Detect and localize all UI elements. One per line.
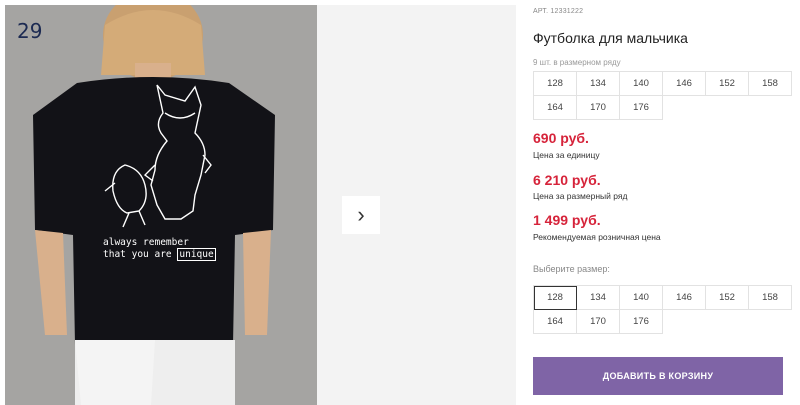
unit-price-label: Цена за единицу	[533, 150, 600, 160]
size-option[interactable]: 158	[749, 286, 792, 310]
photo-number: 29	[17, 19, 43, 43]
retail-price-label: Рекомендуемая розничная цена	[533, 232, 661, 242]
size-row-cell: 158	[749, 72, 792, 96]
print-line-2-text: that you are	[103, 249, 172, 260]
size-selector: 128 134 140 146 152 158 164 170 176	[533, 285, 792, 334]
print-line-2: that you are unique	[103, 248, 216, 261]
size-option[interactable]: 134	[577, 286, 620, 310]
unit-price: 690 руб.	[533, 130, 589, 146]
size-row-cell: 146	[663, 72, 706, 96]
article-number: АРТ. 12331222	[533, 8, 584, 15]
product-title: Футболка для мальчика	[533, 30, 688, 46]
size-row-grid: 128 134 140 146 152 158 164 170 176	[533, 71, 792, 120]
size-row-hint: 9 шт. в размерном ряду	[533, 58, 621, 67]
size-option-selected[interactable]: 128	[534, 286, 577, 310]
size-option[interactable]: 164	[534, 310, 577, 334]
chevron-right-icon: ›	[357, 202, 365, 227]
print-highlight: unique	[177, 248, 216, 261]
tshirt-illustration	[5, 5, 317, 405]
size-option[interactable]: 176	[620, 310, 663, 334]
size-option[interactable]: 170	[577, 310, 620, 334]
size-option[interactable]: 146	[663, 286, 706, 310]
size-row-cell: 134	[577, 72, 620, 96]
size-row-price: 6 210 руб.	[533, 172, 601, 188]
size-row-cell: 140	[620, 72, 663, 96]
tshirt-print-text: always remember that you are unique	[103, 237, 216, 261]
product-gallery: 29 always remember that you are unique ›	[5, 5, 516, 405]
select-size-label: Выберите размер:	[533, 264, 610, 274]
add-to-cart-button[interactable]: ДОБАВИТЬ В КОРЗИНУ	[533, 357, 783, 395]
size-row-cell: 128	[534, 72, 577, 96]
size-row-price-label: Цена за размерный ряд	[533, 191, 628, 201]
size-option[interactable]: 140	[620, 286, 663, 310]
size-row-cell: 176	[620, 96, 663, 120]
size-row-cell: 164	[534, 96, 577, 120]
size-row-cell: 152	[706, 72, 749, 96]
size-option[interactable]: 152	[706, 286, 749, 310]
retail-price: 1 499 руб.	[533, 212, 601, 228]
next-image-button[interactable]: ›	[342, 196, 380, 234]
product-photo[interactable]: 29 always remember that you are unique	[5, 5, 317, 405]
size-row-cell: 170	[577, 96, 620, 120]
